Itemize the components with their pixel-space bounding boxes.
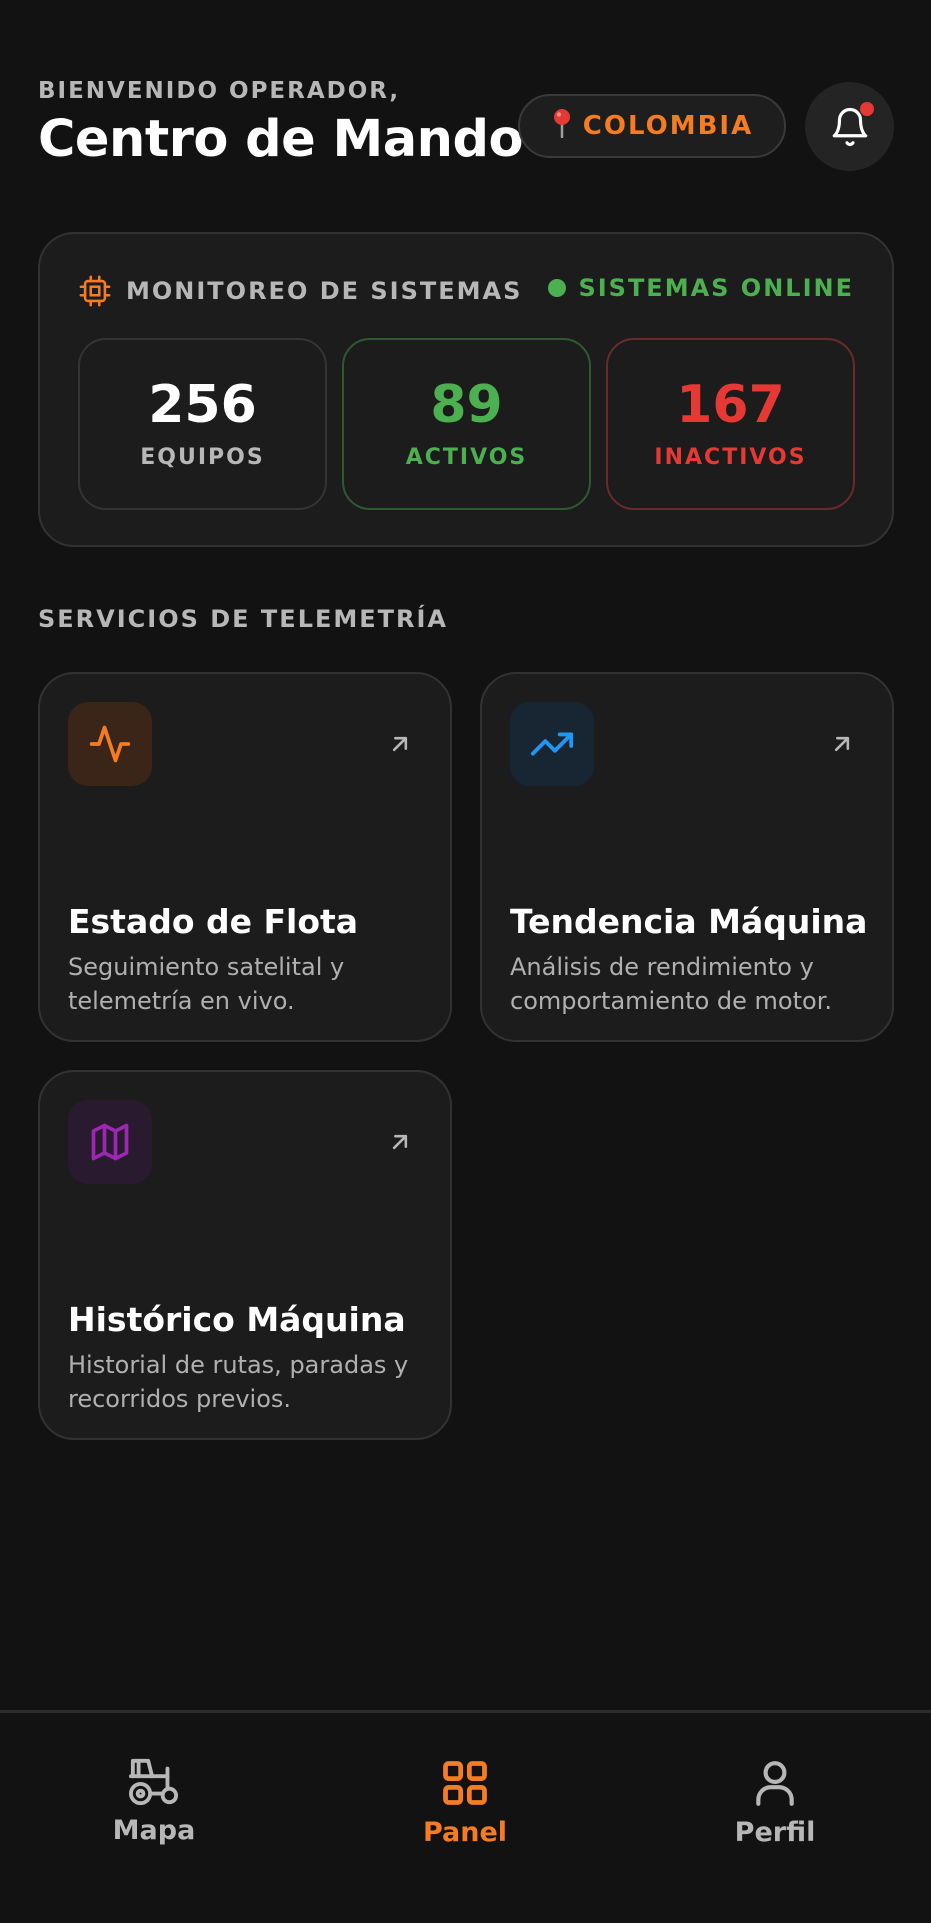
stat-inactivos[interactable]: 167 INACTIVOS [606, 338, 855, 510]
stat-value: 89 [430, 374, 503, 435]
nav-item-mapa[interactable]: Mapa [54, 1757, 254, 1846]
service-card-estado-flota[interactable]: Estado de Flota Seguimiento satelital y … [38, 672, 452, 1042]
tractor-icon [129, 1758, 179, 1806]
service-title: Estado de Flota [68, 902, 359, 941]
service-card-tendencia-maquina[interactable]: Tendencia Máquina Análisis de rendimient… [480, 672, 894, 1042]
pin-icon [551, 108, 573, 145]
stat-activos[interactable]: 89 ACTIVOS [342, 338, 591, 510]
stat-value: 256 [148, 374, 257, 435]
stat-label: EQUIPOS [140, 444, 265, 470]
arrow-up-right-icon [392, 1134, 408, 1150]
user-icon [756, 1761, 794, 1806]
nav-item-panel[interactable]: Panel [365, 1757, 565, 1848]
service-description: Seguimiento satelital y telemetría en vi… [68, 953, 345, 1015]
nav-label: Panel [422, 1817, 508, 1848]
service-description: Historial de rutas, paradas y recorridos… [68, 1351, 409, 1413]
arrow-up-right-icon [834, 736, 850, 752]
page-title: Centro de Mando [38, 110, 524, 169]
map-icon [91, 1123, 129, 1161]
grid-icon [443, 1761, 487, 1805]
location-label: COLOMBIA [582, 111, 754, 141]
chip-icon [79, 275, 111, 307]
nav-item-perfil[interactable]: Perfil [675, 1757, 875, 1848]
services-section-title: SERVICIOS DE TELEMETRÍA [38, 605, 449, 633]
bottom-nav: Mapa Panel Perfil [0, 1710, 931, 1923]
service-description: Análisis de rendimiento y comportamiento… [510, 953, 832, 1015]
service-title: Tendencia Máquina [510, 902, 868, 941]
nav-label: Mapa [112, 1815, 196, 1846]
service-card-historico-maquina[interactable]: Histórico Máquina Historial de rutas, pa… [38, 1070, 452, 1440]
systems-monitor-label: MONITOREO DE SISTEMAS [126, 277, 523, 305]
trending-up-icon [530, 732, 574, 756]
location-selector[interactable]: COLOMBIA [518, 94, 786, 158]
online-dot [548, 279, 567, 297]
stat-label: ACTIVOS [405, 444, 528, 470]
nav-label: Perfil [734, 1817, 816, 1848]
arrow-up-right-icon [392, 736, 408, 752]
service-icon-box [68, 1100, 152, 1184]
stat-label: INACTIVOS [654, 444, 807, 470]
stat-value: 167 [676, 374, 785, 435]
header: BIENVENIDO OPERADOR, Centro de Mando [38, 78, 524, 169]
service-icon-box [510, 702, 594, 786]
stat-equipos[interactable]: 256 EQUIPOS [78, 338, 327, 510]
service-title: Histórico Máquina [68, 1300, 406, 1339]
systems-monitor-card: MONITOREO DE SISTEMAS SISTEMAS ONLINE 25… [38, 232, 894, 547]
systems-status-text: SISTEMAS ONLINE [578, 274, 854, 302]
notifications-button[interactable] [805, 82, 894, 171]
service-icon-box [68, 702, 152, 786]
systems-status: SISTEMAS ONLINE [548, 274, 854, 302]
notification-dot [860, 102, 874, 116]
welcome-text: BIENVENIDO OPERADOR, [38, 78, 401, 104]
activity-icon [89, 725, 131, 763]
